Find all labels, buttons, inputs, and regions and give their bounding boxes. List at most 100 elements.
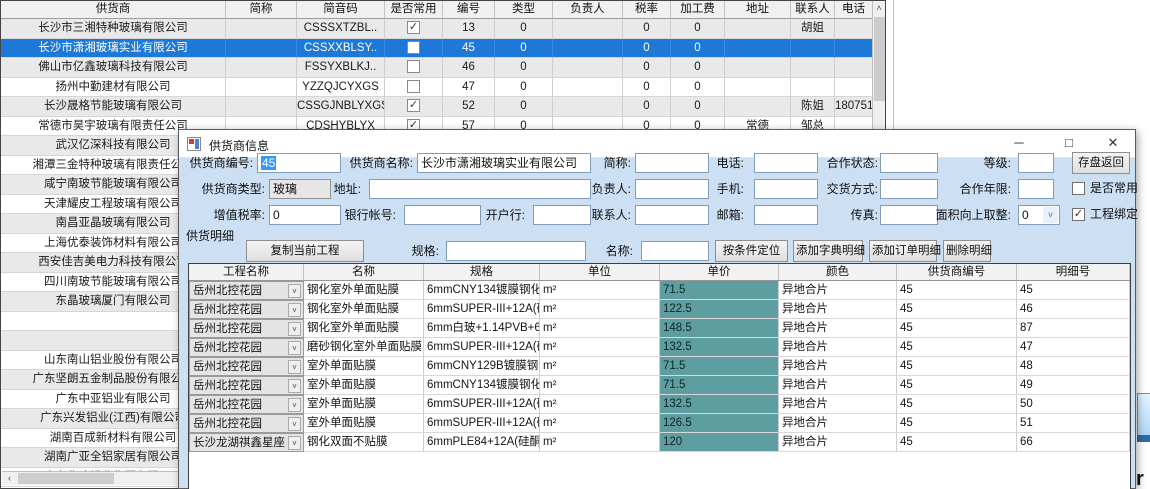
coop-years-input[interactable]	[1018, 179, 1054, 199]
detail-row[interactable]: 岳州北控花园˅磨砂钢化室外单面贴膜6mmSUPER-III+12A(硅...m²…	[189, 338, 1130, 357]
cell-6	[553, 78, 623, 98]
cell-6	[553, 39, 623, 59]
address-label: 地址:	[323, 179, 361, 199]
supplier-row[interactable]: 长沙市三湘特种玻璃有限公司CSSSXTZBL..✓13000胡姐	[1, 19, 885, 39]
horizontal-scrollbar-thumb[interactable]	[18, 473, 114, 484]
cell-10: 陈姐	[791, 97, 835, 117]
copy-current-project-button[interactable]: 复制当前工程	[246, 240, 364, 262]
detail-cell-1: 钢化双面不贴膜	[304, 433, 424, 452]
cell-4: 52	[443, 97, 495, 117]
fax-label: 传真:	[828, 205, 878, 225]
coop-status-input[interactable]	[880, 153, 938, 173]
detail-row[interactable]: 长沙龙湖祺鑫星座˅钢化双面不贴膜6mmPLE84+12A(硅酮胶...m²120…	[189, 433, 1130, 452]
bank-input[interactable]	[533, 205, 591, 225]
cell-3	[385, 39, 443, 59]
manager-input[interactable]	[635, 179, 709, 199]
detail-row[interactable]: 岳州北控花园˅室外单面贴膜6mmCNY134镀膜钢化m²71.5异地合片4549	[189, 376, 1130, 395]
name-filter-input[interactable]	[641, 241, 709, 261]
detail-row[interactable]: 岳州北控花园˅室外单面贴膜6mmSUPER-III+12A(硅...m²132.…	[189, 395, 1130, 414]
detail-cell-6: 45	[897, 357, 1017, 376]
detail-cell-1: 室外单面贴膜	[304, 395, 424, 414]
chevron-down-icon[interactable]: ˅	[288, 360, 301, 374]
detail-cell-0[interactable]: 岳州北控花园˅	[189, 300, 304, 319]
cell-10: 胡姐	[791, 19, 835, 39]
supplier-row[interactable]: 扬州中勤建材有限公司YZZQJCYXGS47000	[1, 78, 885, 98]
detail-cell-3: m²	[540, 395, 660, 414]
chevron-down-icon[interactable]: ˅	[288, 303, 301, 317]
detail-cell-0[interactable]: 岳州北控花园˅	[189, 414, 304, 433]
save-return-button[interactable]: 存盘返回	[1072, 152, 1130, 174]
detail-cell-3: m²	[540, 300, 660, 319]
common-use-checkbox[interactable]	[407, 41, 420, 54]
chevron-down-icon[interactable]: ˅	[288, 436, 301, 450]
add-dict-detail-button[interactable]: 添加字典明细	[793, 240, 863, 262]
chevron-down-icon[interactable]: ˅	[288, 417, 301, 431]
cell-1	[226, 78, 297, 98]
supplier-type-input[interactable]: 玻璃	[269, 179, 331, 199]
spec-filter-input[interactable]	[446, 241, 586, 261]
mobile-input[interactable]	[754, 179, 818, 199]
detail-cell-0[interactable]: 岳州北控花园˅	[189, 281, 304, 300]
detail-cell-0[interactable]: 岳州北控花园˅	[189, 395, 304, 414]
phone-input[interactable]	[754, 153, 818, 173]
vat-input[interactable]: 0	[269, 205, 341, 225]
detail-row[interactable]: 岳州北控花园˅钢化室外单面贴膜6mm白玻+1.14PVB+6mm...m²148…	[189, 319, 1130, 338]
locate-by-condition-button[interactable]: 按条件定位	[715, 240, 788, 262]
supplier-row[interactable]: 长沙市潇湘玻璃实业有限公司CSSXXBLSY..45000	[1, 39, 885, 59]
detail-cell-4: 148.5	[660, 319, 779, 338]
name-filter-label: 名称:	[595, 241, 633, 261]
common-use-checkbox[interactable]	[407, 80, 420, 93]
column-header-2: 简音码	[297, 1, 385, 18]
chevron-down-icon[interactable]: ˅	[288, 341, 301, 355]
contact-input[interactable]	[635, 205, 709, 225]
add-order-detail-button[interactable]: 添加订单明细	[869, 240, 937, 262]
short-name-input[interactable]	[635, 153, 709, 173]
cell-4: 47	[443, 78, 495, 98]
vertical-scrollbar-thumb[interactable]	[874, 17, 885, 101]
supplier-row[interactable]: 长沙晟格节能玻璃有限公司CSSGJNBLYXGS✓52000陈姐180751	[1, 97, 885, 117]
chevron-down-icon[interactable]: ˅	[288, 284, 301, 298]
cell-4: 13	[443, 19, 495, 39]
supplier-row[interactable]: 佛山市亿鑫玻璃科技有限公司FSSYXBLKJ..46000	[1, 58, 885, 78]
scroll-up-icon[interactable]: ˄	[873, 1, 885, 16]
chevron-down-icon[interactable]: ˅	[288, 379, 301, 393]
detail-column-header-3: 单位	[540, 264, 660, 280]
column-header-9: 地址	[725, 1, 791, 18]
cell-4: 45	[443, 39, 495, 59]
chevron-down-icon[interactable]: ˅	[288, 398, 301, 412]
cell-11	[835, 39, 873, 59]
detail-row[interactable]: 岳州北控花园˅室外单面贴膜6mmCNY129B镀膜钢化m²71.5异地合片454…	[189, 357, 1130, 376]
detail-row[interactable]: 岳州北控花园˅钢化室外单面贴膜6mmSUPER-III+12A(硅...m²12…	[189, 300, 1130, 319]
chevron-down-icon[interactable]: ˅	[288, 322, 301, 336]
detail-cell-0[interactable]: 长沙龙湖祺鑫星座˅	[189, 433, 304, 452]
detail-cell-7: 48	[1017, 357, 1130, 376]
supplier-id-label: 供货商编号:	[183, 153, 253, 173]
detail-cell-0[interactable]: 岳州北控花园˅	[189, 357, 304, 376]
address-input[interactable]	[369, 179, 591, 199]
common-use-checkbox[interactable]	[1072, 182, 1085, 195]
common-use-checkbox[interactable]: ✓	[407, 21, 420, 34]
supplier-name-input[interactable]: 长沙市潇湘玻璃实业有限公司	[417, 153, 591, 173]
detail-cell-0[interactable]: 岳州北控花园˅	[189, 338, 304, 357]
detail-cell-7: 47	[1017, 338, 1130, 357]
bank-account-input[interactable]	[404, 205, 481, 225]
detail-cell-5: 异地合片	[779, 376, 897, 395]
detail-row[interactable]: 岳州北控花园˅室外单面贴膜6mmSUPER-III+12A(硅...m²126.…	[189, 414, 1130, 433]
grade-input[interactable]	[1018, 153, 1054, 173]
detail-row[interactable]: 岳州北控花园˅钢化室外单面贴膜6mmCNY134镀膜钢化m²71.5异地合片45…	[189, 281, 1130, 300]
round-up-combobox[interactable]: 0˅	[1018, 205, 1060, 225]
detail-section-label: 供货明细	[186, 229, 246, 245]
scroll-left-icon[interactable]: ‹	[2, 472, 17, 485]
project-bind-checkbox[interactable]: ✓	[1072, 208, 1085, 221]
common-use-checkbox-label: 是否常用	[1090, 181, 1142, 197]
chevron-down-icon[interactable]: ˅	[1043, 207, 1058, 223]
supplier-id-input[interactable]: 45	[257, 153, 341, 173]
detail-cell-0[interactable]: 岳州北控花园˅	[189, 319, 304, 338]
delete-detail-button[interactable]: 删除明细	[943, 240, 991, 262]
common-use-checkbox[interactable]	[407, 60, 420, 73]
detail-cell-1: 室外单面贴膜	[304, 376, 424, 395]
common-use-checkbox[interactable]: ✓	[407, 99, 420, 112]
delivery-input[interactable]	[880, 179, 938, 199]
email-input[interactable]	[754, 205, 818, 225]
detail-cell-0[interactable]: 岳州北控花园˅	[189, 376, 304, 395]
